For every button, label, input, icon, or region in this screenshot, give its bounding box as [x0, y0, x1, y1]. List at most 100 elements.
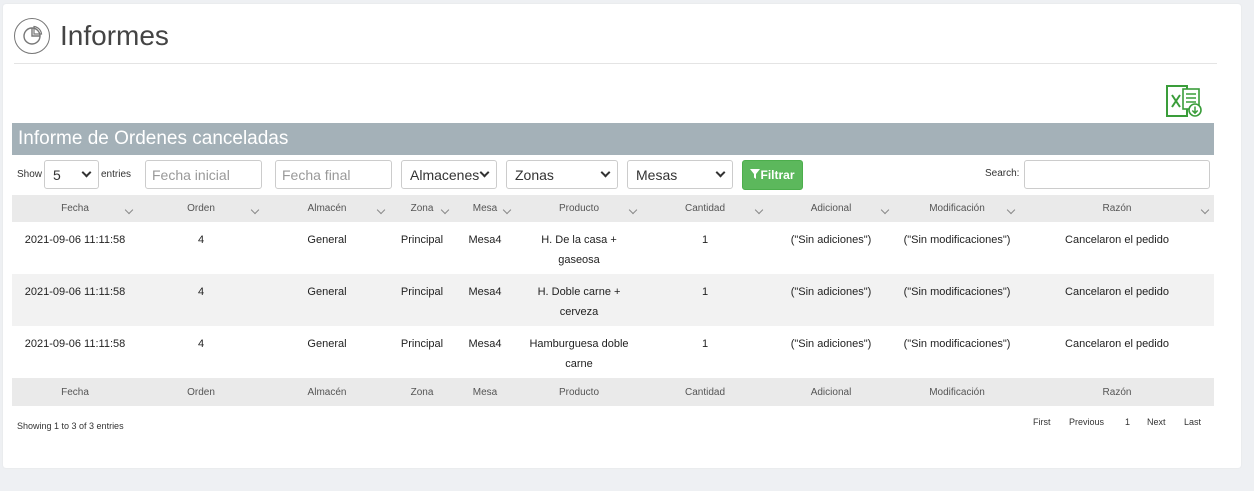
chevron-down-icon — [479, 167, 490, 178]
search-label: Search: — [985, 168, 1020, 179]
column-header-orden[interactable]: Orden — [138, 195, 264, 222]
cell-zona: Principal — [390, 326, 454, 378]
cell-zona: Principal — [390, 274, 454, 326]
zonas-select[interactable]: Zonas — [506, 160, 618, 189]
cell-producto: H. De la casa + gaseosa — [516, 222, 642, 274]
page-length-value: 5 — [53, 166, 61, 183]
report-title-bar: Informe de Ordenes canceladas — [12, 123, 1214, 155]
cell-razon: Cancelaron el pedido — [1020, 326, 1214, 378]
cell-adicional: ("Sin adiciones") — [768, 326, 894, 378]
cell-mesa: Mesa4 — [454, 274, 516, 326]
cell-zona: Principal — [390, 222, 454, 274]
column-header-almacen[interactable]: Almacén — [264, 195, 390, 222]
entries-label: entries — [101, 169, 132, 180]
filter-label: Filtrar — [760, 168, 795, 182]
title-divider — [14, 63, 1217, 64]
mesas-value: Mesas — [636, 166, 678, 183]
sort-chevron-icon — [880, 205, 890, 216]
cell-cantidad: 1 — [642, 274, 768, 326]
sort-chevron-icon — [250, 205, 260, 216]
cell-orden: 4 — [138, 222, 264, 274]
page-length-select[interactable]: 5 — [44, 160, 99, 189]
sort-chevron-icon — [502, 205, 512, 216]
pager-last[interactable]: Last — [1184, 417, 1201, 427]
column-footer-razon: Razón — [1020, 378, 1214, 406]
cell-fecha: 2021-09-06 11:11:58 — [12, 274, 138, 326]
fecha-inicial-input[interactable] — [145, 160, 262, 189]
pager-next[interactable]: Next — [1147, 417, 1166, 427]
column-footer-fecha: Fecha — [12, 378, 138, 406]
page-header: Informes — [14, 17, 169, 55]
column-header-mesa[interactable]: Mesa — [454, 195, 516, 222]
cell-fecha: 2021-09-06 11:11:58 — [12, 326, 138, 378]
filter-button[interactable]: Filtrar — [742, 160, 803, 190]
show-label: Show — [17, 169, 43, 180]
sort-chevron-icon — [440, 205, 450, 216]
mesas-select[interactable]: Mesas — [627, 160, 733, 189]
column-footer-orden: Orden — [138, 378, 264, 406]
zonas-value: Zonas — [515, 166, 554, 183]
cell-modificacion: ("Sin modificaciones") — [894, 274, 1020, 326]
sort-chevron-icon — [376, 205, 386, 216]
sort-chevron-icon — [1200, 205, 1210, 216]
column-header-label: Adicional — [810, 203, 852, 214]
cell-almacen: General — [264, 222, 390, 274]
cell-producto: Hamburguesa doble carne — [516, 326, 642, 378]
table-body: 2021-09-06 11:11:58 4 General Principal Mesa… — [12, 222, 1214, 378]
column-footer-producto: Producto — [516, 378, 642, 406]
chevron-down-icon — [81, 167, 92, 178]
cell-cantidad: 1 — [642, 326, 768, 378]
column-header-zona[interactable]: Zona — [390, 195, 454, 222]
column-footer-adicional: Adicional — [768, 378, 894, 406]
column-footer-modificacion: Modificación — [894, 378, 1020, 406]
cell-modificacion: ("Sin modificaciones") — [894, 326, 1020, 378]
column-header-cantidad[interactable]: Cantidad — [642, 195, 768, 222]
column-header-label: Producto — [558, 203, 600, 214]
column-footer-zona: Zona — [390, 378, 454, 406]
pager-current[interactable]: 1 — [1125, 417, 1130, 427]
table-controls: Show 5 entries Almacenes Zonas Mesas Fil… — [0, 160, 1238, 190]
sort-chevron-icon — [1006, 205, 1016, 216]
cell-orden: 4 — [138, 326, 264, 378]
table-footer-row: Fecha Orden Almacén Zona Mesa Producto Cantida… — [12, 378, 1214, 406]
column-header-label: Razón — [1102, 203, 1132, 214]
column-header-label: Almacén — [307, 203, 347, 214]
column-footer-mesa: Mesa — [454, 378, 516, 406]
cell-mesa: Mesa4 — [454, 222, 516, 274]
cell-modificacion: ("Sin modificaciones") — [894, 222, 1020, 274]
column-header-razon[interactable]: Razón — [1020, 195, 1214, 222]
page-title: Informes — [60, 20, 169, 51]
column-header-label: Modificación — [929, 203, 985, 214]
column-header-producto[interactable]: Producto — [516, 195, 642, 222]
cell-almacen: General — [264, 326, 390, 378]
cell-adicional: ("Sin adiciones") — [768, 222, 894, 274]
sort-chevron-icon — [628, 205, 638, 216]
cell-orden: 4 — [138, 274, 264, 326]
column-header-label: Orden — [187, 203, 215, 214]
search-input[interactable] — [1024, 160, 1210, 189]
fecha-final-input[interactable] — [275, 160, 392, 189]
column-header-label: Zona — [410, 203, 434, 214]
column-footer-almacen: Almacén — [264, 378, 390, 406]
filter-icon — [750, 168, 761, 182]
cell-fecha: 2021-09-06 11:11:58 — [12, 222, 138, 274]
cell-almacen: General — [264, 274, 390, 326]
table-row: 2021-09-06 11:11:58 4 General Principal Mesa… — [12, 326, 1214, 378]
pie-chart-icon — [14, 18, 50, 54]
report-table: Fecha Orden Almacén Zona Mesa Producto Cantida… — [12, 195, 1214, 406]
almacenes-select[interactable]: Almacenes — [401, 160, 497, 189]
column-header-fecha[interactable]: Fecha — [12, 195, 138, 222]
cell-razon: Cancelaron el pedido — [1020, 222, 1214, 274]
column-header-modificacion[interactable]: Modificación — [894, 195, 1020, 222]
column-header-label: Mesa — [472, 203, 498, 214]
excel-export-icon[interactable] — [1165, 84, 1205, 118]
pager-first[interactable]: First — [1033, 417, 1051, 427]
column-footer-cantidad: Cantidad — [642, 378, 768, 406]
table-row: 2021-09-06 11:11:58 4 General Principal Mesa… — [12, 274, 1214, 326]
column-header-label: Fecha — [61, 203, 89, 214]
sort-chevron-icon — [124, 205, 134, 216]
table-info: Showing 1 to 3 of 3 entries — [17, 421, 124, 431]
pager-previous[interactable]: Previous — [1069, 417, 1104, 427]
column-header-adicional[interactable]: Adicional — [768, 195, 894, 222]
cell-cantidad: 1 — [642, 222, 768, 274]
